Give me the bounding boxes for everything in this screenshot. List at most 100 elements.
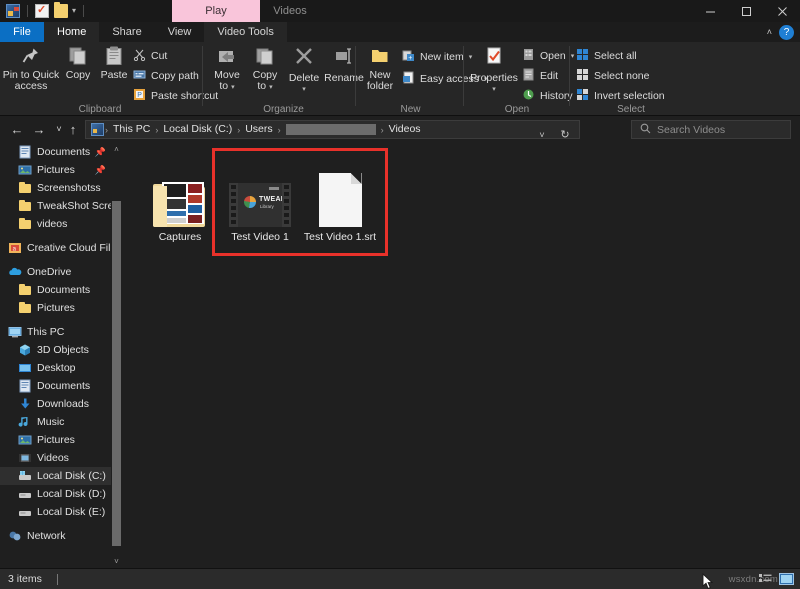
sidebar-item-videos[interactable]: Videos: [0, 449, 122, 467]
forward-button[interactable]: →: [30, 120, 48, 138]
edit-label: Edit: [540, 70, 558, 82]
copy-path-button[interactable]: Copy path: [133, 68, 199, 84]
select-none-button[interactable]: Select none: [576, 68, 649, 84]
help-button[interactable]: ?: [779, 25, 794, 40]
tab-home[interactable]: Home: [44, 22, 99, 42]
breadcrumb-local-disk-c[interactable]: Local Disk (C:): [159, 121, 236, 138]
pin-to-quick-access-button[interactable]: Pin to Quick access: [2, 45, 60, 92]
drive-icon: [18, 505, 32, 519]
breadcrumb-this-pc[interactable]: This PC: [109, 121, 154, 138]
scroll-down-icon[interactable]: ˅: [111, 555, 122, 568]
chevron-down-icon[interactable]: ▾: [72, 7, 76, 15]
title-bar: ▾ Play Videos: [0, 0, 800, 22]
breadcrumb[interactable]: › This PC › Local Disk (C:) › Users › › …: [85, 120, 580, 139]
close-button[interactable]: [764, 0, 800, 22]
properties-caret[interactable]: ▾: [468, 84, 520, 95]
copy-to-button[interactable]: Copy to ▾: [246, 45, 284, 93]
delete-button[interactable]: Delete ▾: [284, 45, 324, 95]
sidebar-item-this-pc[interactable]: This PC: [0, 323, 122, 341]
sidebar-item-local-disk-c[interactable]: Local Disk (C:): [0, 467, 122, 485]
ribbon-group-clipboard: Pin to Quick access Copy: [0, 42, 200, 116]
minimize-button[interactable]: [692, 0, 728, 22]
sidebar-item-onedrive-documents[interactable]: Documents: [0, 281, 122, 299]
sidebar-item-pictures[interactable]: Pictures: [0, 431, 122, 449]
select-all-button[interactable]: Select all: [576, 48, 637, 64]
sidebar-item-screenshotss[interactable]: Screenshotss: [0, 179, 122, 197]
sidebar-item-local-disk-e[interactable]: Local Disk (E:): [0, 503, 122, 521]
up-button[interactable]: ↑: [64, 120, 82, 138]
sidebar-item-local-disk-d[interactable]: Local Disk (D:): [0, 485, 122, 503]
sidebar-item-documents-quick[interactable]: Documents 📌: [0, 143, 122, 161]
edit-button[interactable]: Edit: [522, 68, 558, 84]
refresh-icon[interactable]: ↻: [555, 125, 575, 144]
folder-icon: [18, 301, 32, 315]
sidebar-label: Screenshotss: [37, 182, 101, 194]
delete-caret[interactable]: ▾: [284, 84, 324, 95]
breadcrumb-videos[interactable]: Videos: [385, 121, 425, 138]
ribbon-divider-2: [355, 46, 356, 106]
sidebar-label: Downloads: [37, 398, 89, 410]
copy-button[interactable]: Copy: [60, 45, 96, 81]
pictures-icon: [18, 163, 32, 177]
pin-icon[interactable]: 📌: [95, 147, 106, 158]
contextual-tab-group-play[interactable]: Play: [172, 0, 260, 22]
sidebar-scroll-thumb[interactable]: [112, 201, 121, 546]
open-icon: [522, 48, 535, 64]
cut-button[interactable]: Cut: [133, 48, 167, 64]
cut-label: Cut: [151, 50, 167, 62]
new-folder-button[interactable]: New folder: [360, 45, 400, 92]
details-view-button[interactable]: [758, 572, 773, 586]
search-input[interactable]: Search Videos: [631, 120, 791, 139]
pin-label-line2: access: [2, 81, 60, 92]
list-item[interactable]: Captures: [141, 155, 219, 243]
tab-share[interactable]: Share: [99, 22, 154, 42]
sidebar-item-creative-cloud[interactable]: a Creative Cloud Fil: [0, 239, 122, 257]
maximize-button[interactable]: [728, 0, 764, 22]
paste-button[interactable]: Paste: [96, 45, 132, 81]
group-label-organize: Organize: [206, 104, 361, 115]
breadcrumb-dropdown-icon[interactable]: ˅: [531, 125, 553, 144]
sidebar-item-desktop[interactable]: Desktop: [0, 359, 122, 377]
new-folder-icon[interactable]: [54, 4, 68, 18]
breadcrumb-username-redacted[interactable]: [286, 124, 376, 135]
sidebar-item-onedrive-pictures[interactable]: Pictures: [0, 299, 122, 317]
pictures-icon: [18, 433, 32, 447]
sidebar-item-music[interactable]: Music: [0, 413, 122, 431]
sidebar-item-videos-folder[interactable]: videos: [0, 215, 122, 233]
file-list-pane[interactable]: Captures TWEAK Library: [123, 143, 800, 568]
folder-thumbnail: [141, 155, 219, 227]
properties-icon[interactable]: [35, 4, 49, 18]
explorer-icon[interactable]: [6, 4, 20, 18]
open-button[interactable]: Open ▾: [522, 48, 574, 64]
history-button[interactable]: History: [522, 88, 573, 104]
sidebar-item-network[interactable]: Network: [0, 527, 122, 545]
sidebar-scrollbar[interactable]: ˄ ˅: [111, 143, 122, 568]
scroll-up-icon[interactable]: ˄: [111, 143, 122, 156]
tab-file[interactable]: File: [0, 22, 44, 42]
back-button[interactable]: ←: [8, 120, 26, 138]
sidebar-item-downloads[interactable]: Downloads: [0, 395, 122, 413]
paste-label: Paste: [101, 69, 128, 81]
drive-icon: [18, 487, 32, 501]
move-to-button[interactable]: Move to ▾: [208, 45, 246, 93]
properties-button[interactable]: Properties ▾: [468, 45, 520, 95]
sidebar-label: Pictures: [37, 302, 75, 314]
tab-view[interactable]: View: [155, 22, 205, 42]
breadcrumb-users[interactable]: Users: [241, 121, 276, 138]
sidebar-label: Documents: [37, 380, 90, 392]
sidebar-item-3d-objects[interactable]: 3D Objects: [0, 341, 122, 359]
pin-icon[interactable]: 📌: [95, 165, 106, 176]
tab-video-tools[interactable]: Video Tools: [204, 22, 286, 42]
collapse-ribbon-button[interactable]: ˄: [767, 22, 772, 42]
network-icon: [8, 529, 22, 543]
group-label-clipboard: Clipboard: [0, 104, 200, 115]
svg-text:+: +: [408, 55, 412, 62]
sidebar-item-tweakshot-screen[interactable]: TweakShot Scree: [0, 197, 122, 215]
sidebar-item-documents[interactable]: Documents: [0, 377, 122, 395]
large-icons-view-button[interactable]: [779, 572, 794, 586]
sidebar-item-onedrive[interactable]: OneDrive: [0, 263, 122, 281]
invert-selection-button[interactable]: Invert selection: [576, 88, 665, 104]
new-item-button[interactable]: + New item ▾: [402, 49, 472, 65]
sidebar-label: Local Disk (E:): [37, 506, 105, 518]
sidebar-item-pictures-quick[interactable]: Pictures 📌: [0, 161, 122, 179]
